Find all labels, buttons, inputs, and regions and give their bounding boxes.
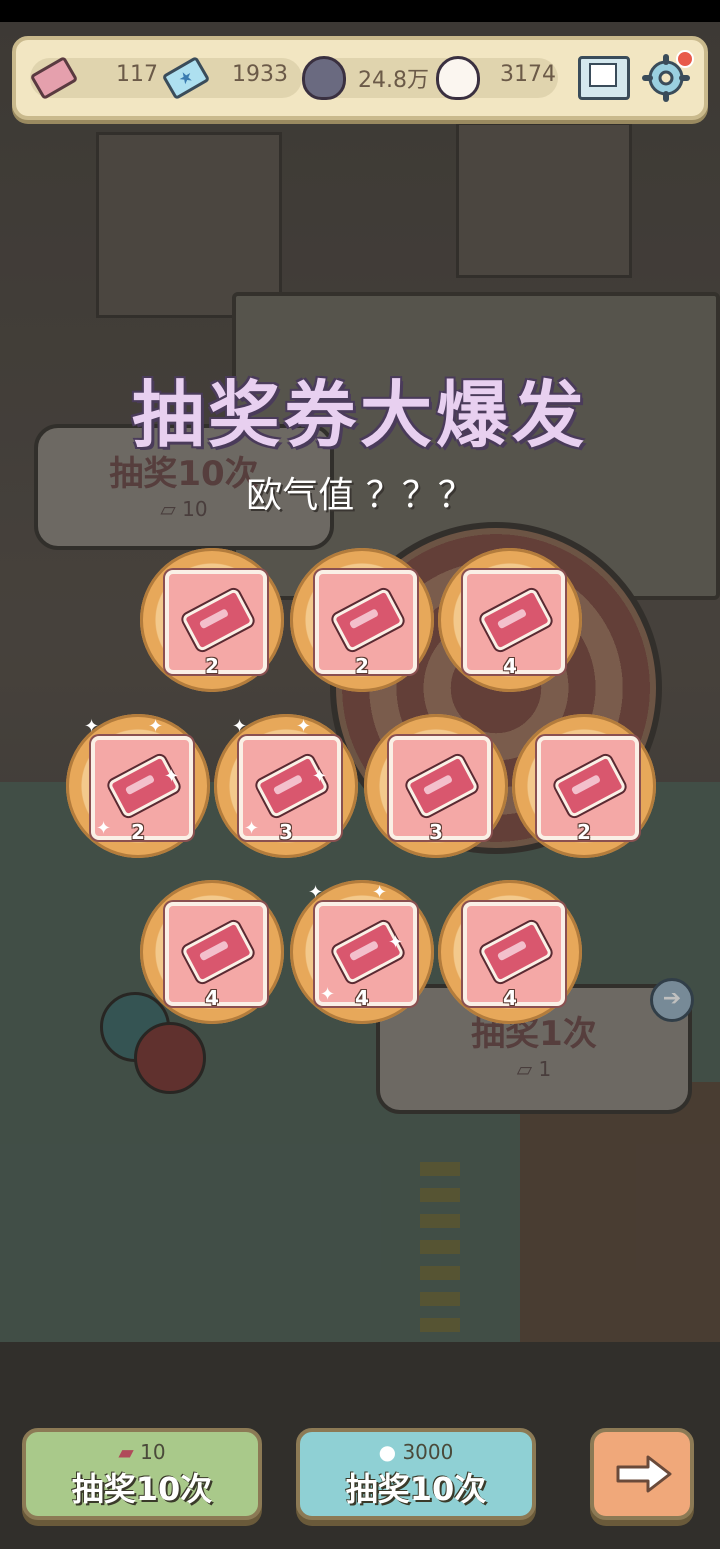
ticket-icon: [181, 919, 255, 985]
reward-slot: 2 ✦ ✦ ✦ ✦: [66, 714, 210, 858]
reward-slot: 2: [512, 714, 656, 858]
draw-10-ticket-label: 抽奖10次: [71, 1470, 213, 1508]
reward-quantity: 4: [355, 986, 369, 1010]
arrow-right-icon: [616, 1455, 672, 1493]
sparkle-icon: ✦: [312, 766, 328, 787]
sparkle-icon: ✦: [148, 716, 164, 737]
sparkle-icon: ✦: [308, 882, 324, 903]
sparkle-icon: ✦: [96, 818, 112, 839]
reward-slot: 4: [438, 880, 582, 1024]
reward-slot: 4: [438, 548, 582, 692]
star-ticket-count: 1933: [232, 62, 288, 87]
mail-icon[interactable]: [578, 56, 630, 100]
reward-slot: 3: [364, 714, 508, 858]
ghost-icon: ●: [378, 1440, 397, 1464]
ticket-icon: [331, 587, 405, 653]
reward-quantity: 3: [429, 820, 443, 844]
ticket-icon: [479, 919, 553, 985]
sparkle-icon: ✦: [244, 818, 260, 839]
ticket-count: 117: [116, 62, 158, 87]
reward-quantity: 2: [205, 654, 219, 678]
ghost-icon: [436, 56, 480, 100]
reward-quantity: 4: [205, 986, 219, 1010]
dark-ghost-icon: [302, 56, 346, 100]
ticket-icon: [181, 587, 255, 653]
reward-quantity: 2: [355, 654, 369, 678]
ticket-cost: ▰ 10: [118, 1440, 166, 1464]
draw-10-ghost-button[interactable]: ● 3000 抽奖10次: [296, 1428, 536, 1520]
dark-ghost-count: 24.8万: [358, 68, 429, 93]
reward-slot: 2: [290, 548, 434, 692]
reward-quantity: 2: [131, 820, 145, 844]
ticket-icon: [405, 753, 479, 819]
sparkle-icon: ✦: [84, 716, 100, 737]
draw-10-ghost-label: 抽奖10次: [345, 1470, 487, 1508]
reward-slot: 2: [140, 548, 284, 692]
draw-10-ticket-button[interactable]: ▰ 10 抽奖10次: [22, 1428, 262, 1520]
sparkle-icon: ✦: [296, 716, 312, 737]
sparkle-icon: ✦: [164, 766, 180, 787]
sparkle-icon: ✦: [388, 932, 404, 953]
notification-dot: [676, 50, 694, 68]
sparkle-icon: ✦: [372, 882, 388, 903]
reward-quantity: 2: [577, 820, 591, 844]
ghost-count: 3174: [500, 62, 556, 87]
reward-quantity: 4: [503, 654, 517, 678]
status-bar: [0, 0, 720, 22]
reward-quantity: 4: [503, 986, 517, 1010]
sparkle-icon: ✦: [320, 984, 336, 1005]
reward-slot: 4: [140, 880, 284, 1024]
next-button[interactable]: [590, 1428, 694, 1520]
sparkle-icon: ✦: [232, 716, 248, 737]
resource-bar: 117 ★ 1933 24.8万 3174: [12, 36, 708, 120]
reward-slot: 3 ✦ ✦ ✦ ✦: [214, 714, 358, 858]
luck-value-label: 欧气值 ？？？: [246, 475, 474, 516]
reward-quantity: 3: [279, 820, 293, 844]
popup-title: 抽奖券大爆发: [131, 373, 588, 457]
ticket-icon: [553, 753, 627, 819]
ticket-icon: [479, 587, 553, 653]
reward-slot: 4 ✦ ✦ ✦ ✦: [290, 880, 434, 1024]
ghost-cost: ● 3000: [378, 1440, 454, 1464]
ticket-icon: ▰: [118, 1440, 134, 1464]
